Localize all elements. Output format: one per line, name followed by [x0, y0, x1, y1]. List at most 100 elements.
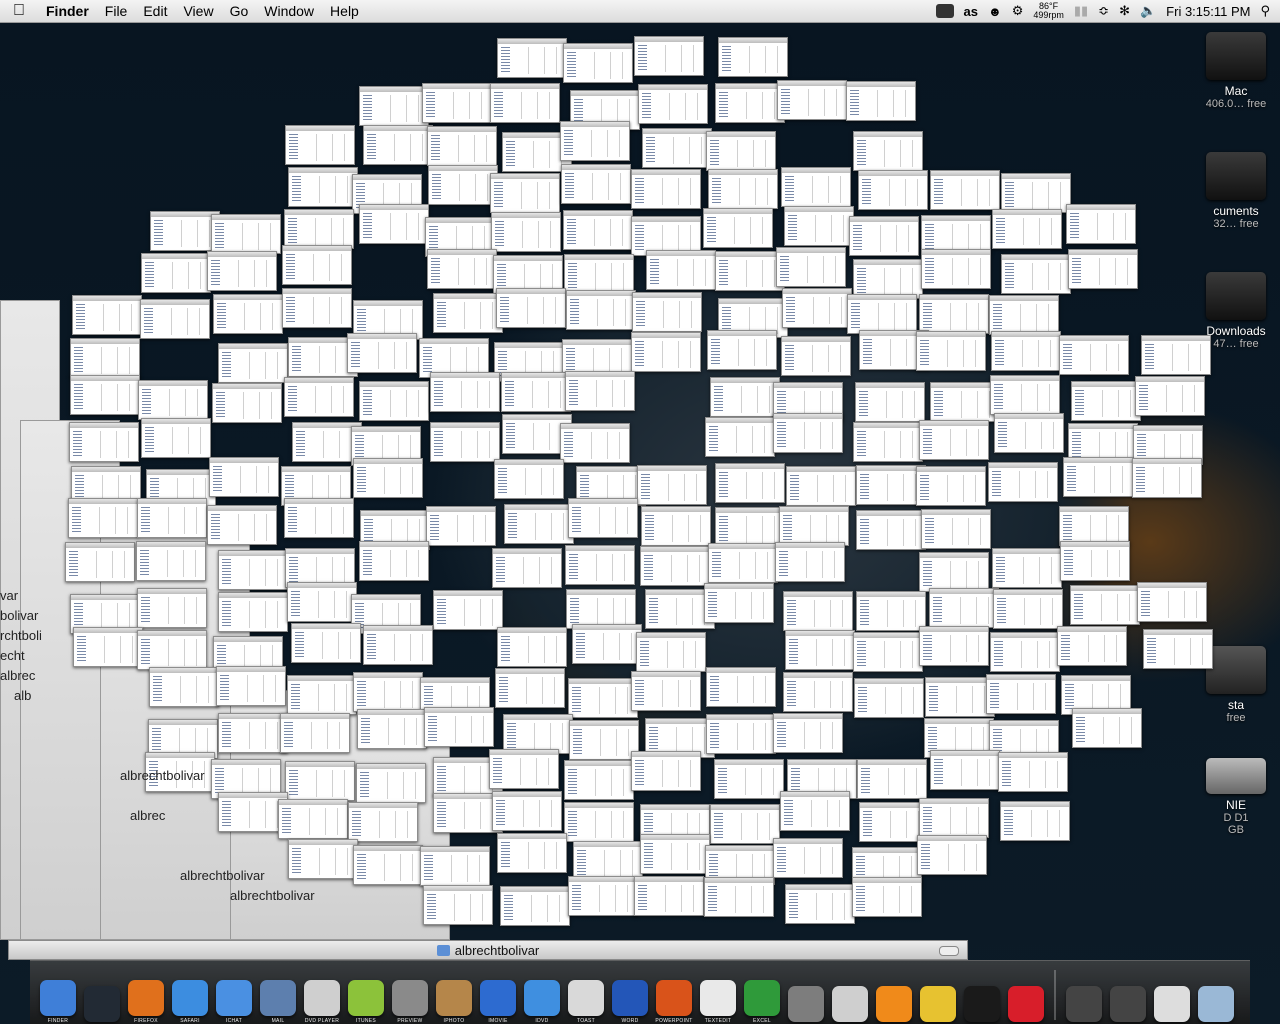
dock-item-app-21[interactable]	[962, 966, 1002, 1024]
lastfm-icon[interactable]: as	[964, 4, 978, 19]
finder-window-thumbnail[interactable]	[149, 667, 219, 707]
dock-stack-app-0[interactable]	[1064, 966, 1104, 1024]
finder-window-thumbnail[interactable]	[500, 886, 570, 926]
finder-window-thumbnail[interactable]	[1071, 381, 1141, 421]
finder-window-thumbnail[interactable]	[638, 84, 708, 124]
finder-window-thumbnail[interactable]	[1060, 541, 1130, 581]
toolbar-toggle-button[interactable]	[939, 946, 959, 956]
gear-icon[interactable]: ⚙	[1012, 3, 1024, 19]
finder-window-thumbnail[interactable]	[1070, 585, 1140, 625]
finder-window-thumbnail[interactable]	[363, 125, 433, 165]
volume-icon[interactable]: 🔈	[1140, 3, 1156, 19]
finder-window-thumbnail[interactable]	[141, 253, 211, 293]
finder-window-thumbnail[interactable]	[846, 81, 916, 121]
finder-window-thumbnail[interactable]	[640, 546, 710, 586]
finder-window-thumbnail[interactable]	[706, 714, 776, 754]
dock-item-preview[interactable]: PREVIEW	[390, 966, 430, 1024]
finder-window-thumbnail[interactable]	[569, 720, 639, 760]
finder-window-thumbnail[interactable]	[1132, 458, 1202, 498]
finder-window-thumbnail[interactable]	[359, 86, 429, 126]
finder-window-thumbnail[interactable]	[359, 204, 429, 244]
finder-window-thumbnail[interactable]	[703, 208, 773, 248]
finder-window-thumbnail[interactable]	[564, 802, 634, 842]
finder-window-thumbnail[interactable]	[632, 292, 702, 332]
finder-window-thumbnail[interactable]	[209, 457, 279, 497]
finder-window-thumbnail[interactable]	[213, 294, 283, 334]
finder-window-thumbnail[interactable]	[359, 541, 429, 581]
dock-item-idvd[interactable]: IDVD	[522, 966, 562, 1024]
finder-window-thumbnail[interactable]	[783, 672, 853, 712]
finder-window-thumbnail[interactable]	[353, 845, 423, 885]
dock-item-textedit[interactable]: TEXTEDIT	[698, 966, 738, 1024]
finder-window-thumbnail[interactable]	[211, 214, 281, 254]
finder-window-thumbnail[interactable]	[428, 165, 498, 205]
finder-window-thumbnail[interactable]	[218, 343, 288, 383]
finder-window-thumbnail[interactable]	[495, 668, 565, 708]
dock-item-excel[interactable]: EXCEL	[742, 966, 782, 1024]
finder-window-thumbnail[interactable]	[853, 632, 923, 672]
finder-window-thumbnail[interactable]	[857, 759, 927, 799]
finder-window-thumbnail[interactable]	[347, 333, 417, 373]
finder-window-thumbnail[interactable]	[1059, 506, 1129, 546]
finder-window-thumbnail[interactable]	[568, 876, 638, 916]
finder-window-thumbnail[interactable]	[489, 749, 559, 789]
dock-item-itunes[interactable]: ITUNES	[346, 966, 386, 1024]
finder-window-thumbnail[interactable]	[1057, 626, 1127, 666]
finder-window-thumbnail[interactable]	[70, 375, 140, 415]
finder-window-thumbnail[interactable]	[560, 121, 630, 161]
finder-window-thumbnail[interactable]	[218, 713, 288, 753]
finder-window-thumbnail[interactable]	[68, 498, 138, 538]
finder-window-thumbnail[interactable]	[212, 383, 282, 423]
finder-window-thumbnail[interactable]	[70, 338, 140, 378]
finder-window-thumbnail[interactable]	[786, 466, 856, 506]
finder-window-thumbnail[interactable]	[1001, 254, 1071, 294]
finder-window-thumbnail[interactable]	[714, 759, 784, 799]
finder-window-thumbnail[interactable]	[921, 249, 991, 289]
dock-item-word[interactable]: WORD	[610, 966, 650, 1024]
finder-window-thumbnail[interactable]	[285, 761, 355, 801]
menu-go[interactable]: Go	[222, 3, 257, 19]
finder-window-thumbnail[interactable]	[291, 623, 361, 663]
finder-window-thumbnail[interactable]	[856, 591, 926, 631]
finder-window-thumbnail[interactable]	[646, 250, 716, 290]
finder-window-thumbnail[interactable]	[422, 83, 492, 123]
dock-item-imovie[interactable]: IMOVIE	[478, 966, 518, 1024]
dock-item-app-20[interactable]	[918, 966, 958, 1024]
finder-window-thumbnail[interactable]	[708, 543, 778, 583]
finder-window-thumbnail[interactable]	[854, 678, 924, 718]
finder-window-thumbnail[interactable]	[705, 417, 775, 457]
finder-window-thumbnail[interactable]	[775, 542, 845, 582]
finder-window-thumbnail[interactable]	[284, 209, 354, 249]
menu-view[interactable]: View	[175, 3, 221, 19]
dock-item-iphoto[interactable]: IPHOTO	[434, 966, 474, 1024]
finder-window-thumbnail[interactable]	[353, 672, 423, 712]
finder-window-thumbnail[interactable]	[858, 170, 928, 210]
finder-window-thumbnail[interactable]	[218, 592, 288, 632]
finder-window-thumbnail[interactable]	[430, 372, 500, 412]
finder-window-thumbnail[interactable]	[497, 38, 567, 78]
finder-window-thumbnail[interactable]	[777, 80, 847, 120]
finder-window-thumbnail[interactable]	[782, 288, 852, 328]
finder-window-thumbnail[interactable]	[1001, 173, 1071, 213]
finder-window-thumbnail[interactable]	[356, 763, 426, 803]
finder-window-thumbnail[interactable]	[69, 422, 139, 462]
finder-window-thumbnail[interactable]	[704, 583, 774, 623]
dock-item-safari[interactable]: SAFARI	[170, 966, 210, 1024]
finder-window-thumbnail[interactable]	[986, 674, 1056, 714]
finder-window-thumbnail[interactable]	[994, 413, 1064, 453]
dock-stack-app-1[interactable]	[1108, 966, 1148, 1024]
alien-icon[interactable]: ☻	[988, 4, 1002, 19]
menu-finder[interactable]: Finder	[38, 3, 97, 19]
finder-window-thumbnail[interactable]	[423, 885, 493, 925]
menu-edit[interactable]: Edit	[135, 3, 175, 19]
dock-item-app-1[interactable]	[82, 966, 122, 1024]
finder-window-thumbnail[interactable]	[783, 591, 853, 631]
finder-window-thumbnail[interactable]	[781, 336, 851, 376]
finder-window-thumbnail[interactable]	[561, 164, 631, 204]
finder-window-thumbnail[interactable]	[363, 625, 433, 665]
finder-window-thumbnail[interactable]	[919, 798, 989, 838]
finder-window-thumbnail[interactable]	[855, 382, 925, 422]
finder-window-thumbnail[interactable]	[785, 630, 855, 670]
finder-window-thumbnail[interactable]	[426, 506, 496, 546]
finder-window-thumbnail[interactable]	[785, 884, 855, 924]
